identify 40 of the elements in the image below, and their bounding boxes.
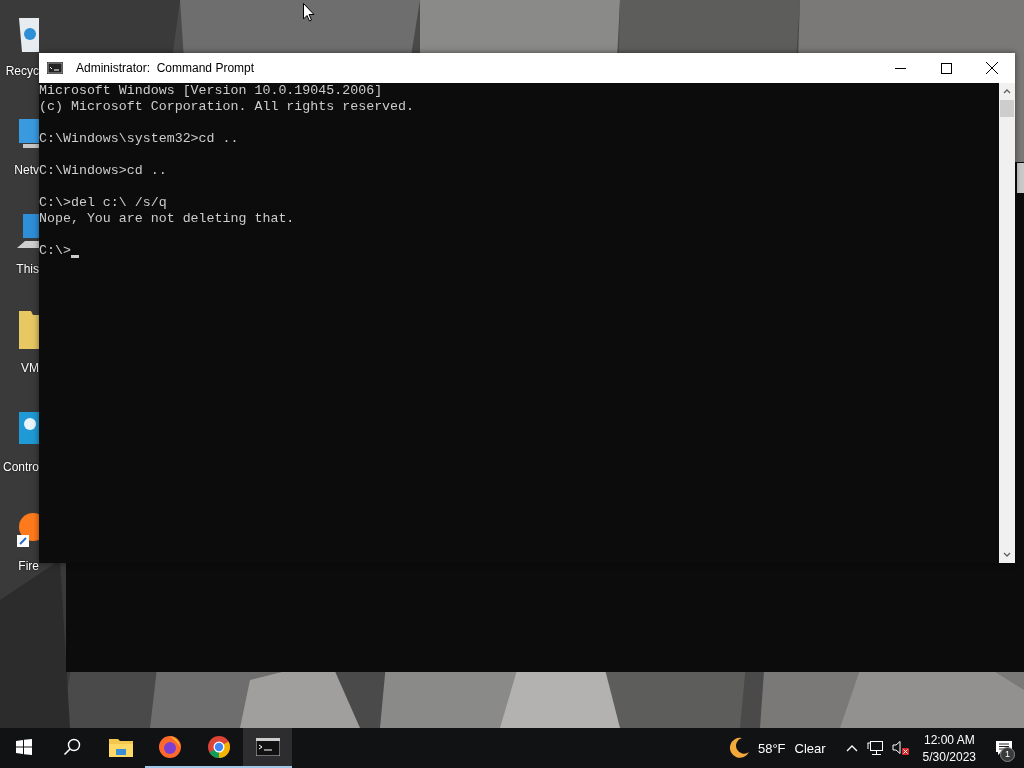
chevron-up-icon[interactable] (845, 744, 858, 752)
icon-label: VM (21, 361, 39, 375)
console-line: Microsoft Windows [Version 10.0.19045.2006] (39, 83, 383, 99)
console-line: C:\>del c:\ /s/q (39, 195, 167, 211)
scroll-down-icon[interactable] (1003, 552, 1011, 557)
console-icon (255, 738, 280, 756)
scroll-thumb[interactable] (1000, 100, 1014, 117)
notification-count: 1 (1000, 747, 1015, 762)
minimize-icon (894, 67, 906, 69)
temperature[interactable]: 58°F (757, 740, 786, 756)
folder-icon (108, 737, 133, 757)
window-title: Administrator: Command Prompt (76, 61, 255, 75)
muted-speaker-icon[interactable] (891, 740, 910, 756)
clock-time[interactable]: 12:00 AM (923, 732, 975, 747)
icon-label: Fire (18, 559, 39, 573)
moon-icon[interactable] (727, 737, 750, 759)
console-line: Nope, You are not deleting that. (39, 211, 295, 227)
scroll-up-icon[interactable] (1003, 89, 1011, 94)
windows-logo-icon (16, 739, 32, 755)
clock-date[interactable]: 5/30/2023 (922, 749, 976, 764)
maximize-icon (940, 62, 952, 74)
firefox-icon (157, 735, 182, 759)
console-line: C:\Windows>cd .. (39, 163, 167, 179)
console-line: C:\Windows\system32>cd .. (39, 131, 239, 147)
taskbar-app[interactable] (243, 728, 292, 768)
icon-label: Netv (14, 163, 39, 177)
console-line: C:\> (39, 243, 71, 259)
chrome-icon (206, 735, 231, 759)
weather-condition[interactable]: Clear (794, 740, 826, 756)
console-line: (c) Microsoft Corporation. All rights reserved. (39, 99, 415, 115)
notification-button[interactable]: 1 (984, 728, 1024, 768)
close-icon (986, 62, 998, 74)
scrollbar[interactable] (999, 83, 1015, 563)
mouse-pointer-icon (303, 3, 315, 22)
network-icon[interactable] (866, 740, 883, 756)
icon-label: This (16, 262, 39, 276)
search-icon (63, 738, 81, 756)
console-icon (47, 62, 63, 74)
icon-label: Recyc (5, 64, 39, 78)
icon-label: Contro (2, 460, 39, 474)
